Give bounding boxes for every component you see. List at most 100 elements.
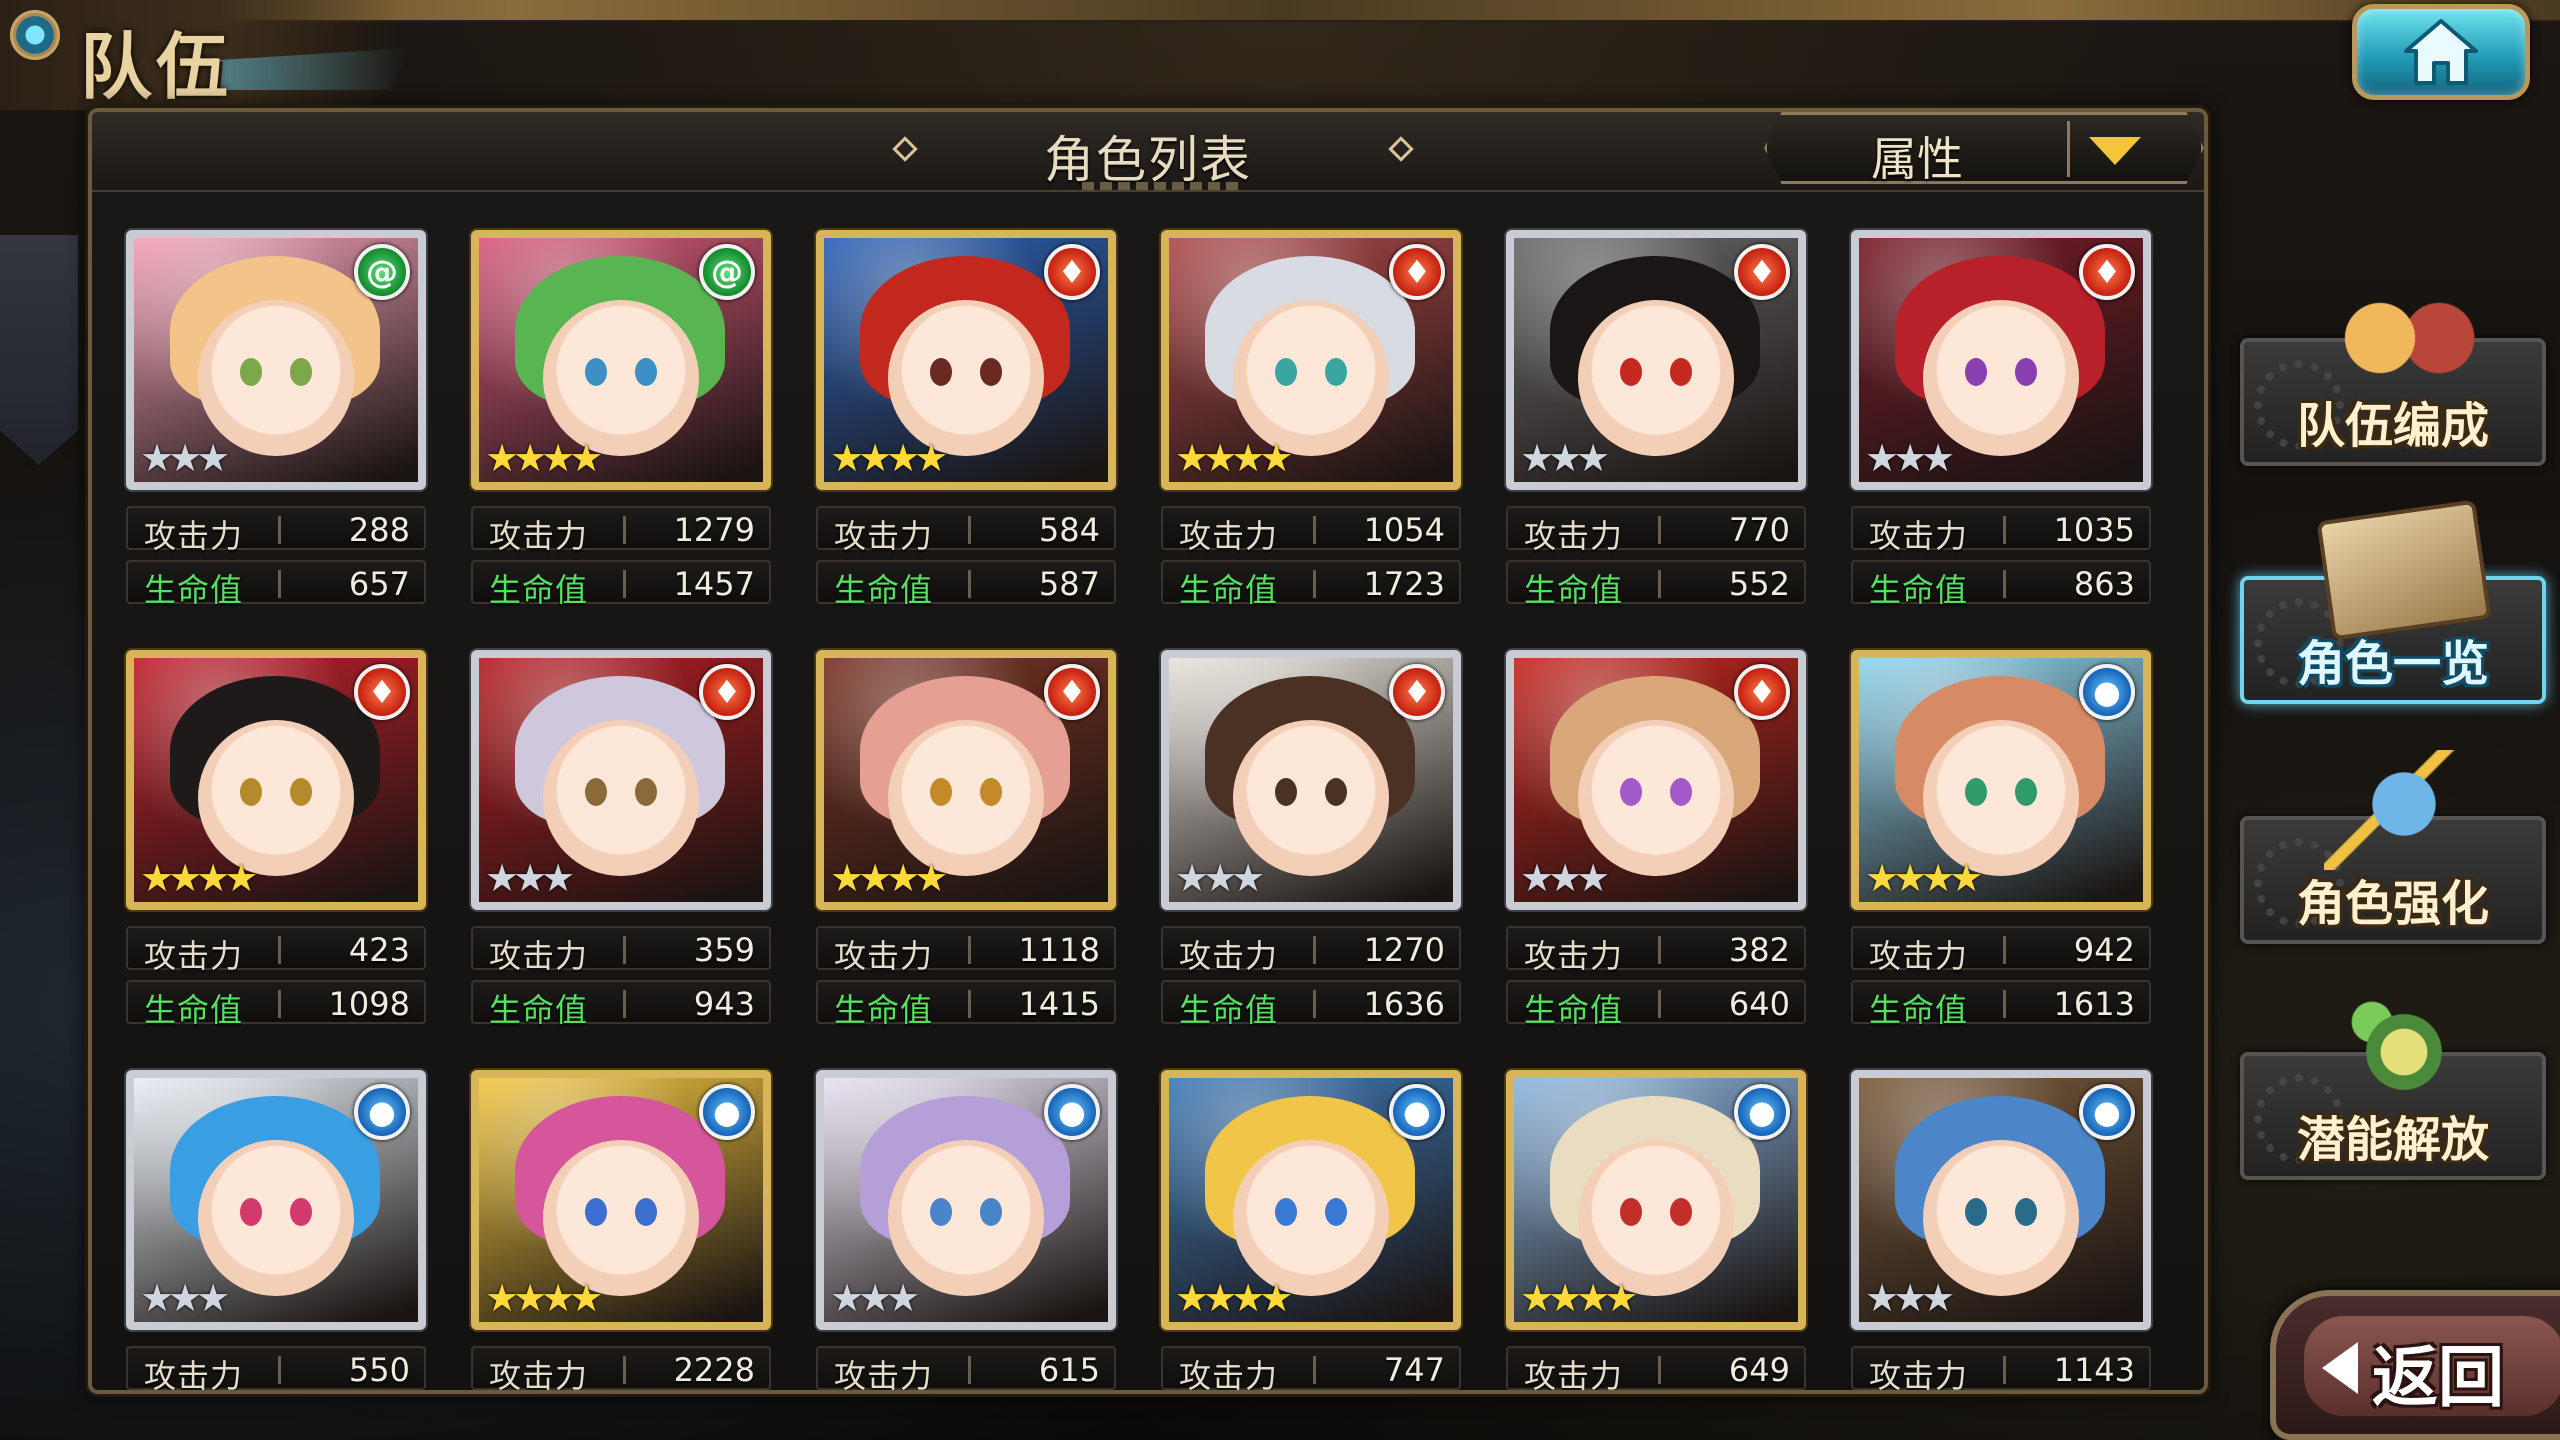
attack-value: 1279 bbox=[673, 511, 755, 549]
page-title: 队伍 bbox=[80, 25, 233, 109]
character-card[interactable]: ● ★★★★ 攻击力 2228 生命值 bbox=[471, 1070, 771, 1390]
attack-label: 攻击力 bbox=[1524, 517, 1624, 555]
character-portrait[interactable]: ♦ ★★★★ bbox=[816, 650, 1116, 910]
stat-divider bbox=[2003, 570, 2006, 598]
portrait-face bbox=[1233, 720, 1389, 876]
attack-stat: 攻击力 1279 bbox=[471, 506, 771, 555]
hp-value: 657 bbox=[348, 565, 410, 603]
attack-label: 攻击力 bbox=[1179, 517, 1279, 555]
home-icon bbox=[2404, 19, 2478, 85]
sort-label: 属性 bbox=[1871, 132, 1963, 186]
title-swoosh bbox=[210, 48, 410, 90]
character-portrait[interactable]: ● ★★★ bbox=[126, 1070, 426, 1330]
character-card[interactable]: ♦ ★★★ 攻击力 1035 生命值 863 bbox=[1851, 230, 2151, 630]
left-banner-decoration bbox=[0, 235, 78, 465]
character-portrait[interactable]: @ ★★★★ bbox=[471, 230, 771, 490]
hp-label: 生命值 bbox=[489, 991, 589, 1029]
character-portrait[interactable]: ● ★★★★ bbox=[1161, 1070, 1461, 1330]
character-card[interactable]: ● ★★★★ 攻击力 942 生命值 1613 bbox=[1851, 650, 2151, 1050]
portrait-eye bbox=[930, 778, 952, 806]
character-card[interactable]: ♦ ★★★★ 攻击力 1118 生命值 1415 bbox=[816, 650, 1116, 1050]
portrait-eye bbox=[290, 358, 312, 386]
side-menu-button[interactable]: 队伍编成 bbox=[2240, 272, 2546, 466]
character-card[interactable]: ♦ ★★★ 攻击力 359 生命值 943 bbox=[471, 650, 771, 1050]
stat-divider bbox=[2003, 936, 2006, 964]
fire-icon: ♦ bbox=[1389, 244, 1445, 300]
portrait-eye bbox=[980, 1198, 1002, 1226]
fire-icon: ♦ bbox=[2079, 244, 2135, 300]
portrait-eye bbox=[240, 358, 262, 386]
stat-divider bbox=[968, 1356, 971, 1384]
character-card[interactable]: ● ★★★ 攻击力 550 生命值 bbox=[126, 1070, 426, 1394]
character-portrait[interactable]: ● ★★★★ bbox=[1851, 650, 2151, 910]
character-card[interactable]: ● ★★★★ 攻击力 649 生命值 bbox=[1506, 1070, 1806, 1390]
character-card[interactable]: ♦ ★★★★ 攻击力 1054 生命值 1723 bbox=[1161, 230, 1461, 630]
attack-stat: 攻击力 1270 bbox=[1161, 926, 1461, 975]
portrait-face bbox=[888, 720, 1044, 876]
portrait-face bbox=[198, 300, 354, 456]
portrait-eye bbox=[635, 778, 657, 806]
hp-value: 587 bbox=[1038, 565, 1100, 603]
portrait-eye bbox=[1325, 1198, 1347, 1226]
attack-value: 550 bbox=[348, 1351, 410, 1389]
portrait-eye bbox=[2015, 358, 2037, 386]
rarity-stars: ★★★ bbox=[830, 1276, 920, 1320]
character-portrait[interactable]: ♦ ★★★ bbox=[1161, 650, 1461, 910]
rarity-stars: ★★★★ bbox=[830, 436, 948, 480]
side-menu-button[interactable]: 角色一览 bbox=[2240, 499, 2546, 704]
character-portrait[interactable]: ♦ ★★★★ bbox=[1161, 230, 1461, 490]
stat-divider bbox=[1658, 570, 1661, 598]
character-portrait[interactable]: ♦ ★★★ bbox=[1506, 230, 1806, 490]
character-portrait[interactable]: ♦ ★★★★ bbox=[126, 650, 426, 910]
portrait-eye bbox=[240, 1198, 262, 1226]
stat-divider bbox=[623, 516, 626, 544]
character-portrait[interactable]: @ ★★★ bbox=[126, 230, 426, 490]
hp-stat: 生命值 863 bbox=[1851, 560, 2151, 609]
portrait-eye bbox=[1965, 778, 1987, 806]
character-card[interactable]: ♦ ★★★★ 攻击力 423 生命值 1098 bbox=[126, 650, 426, 1050]
character-portrait[interactable]: ♦ ★★★ bbox=[1851, 230, 2151, 490]
character-card[interactable]: ♦ ★★★★ 攻击力 584 生命值 587 bbox=[816, 230, 1116, 630]
character-portrait[interactable]: ♦ ★★★★ bbox=[816, 230, 1116, 490]
side-menu-button[interactable]: 角色强化 bbox=[2240, 750, 2546, 944]
character-portrait[interactable]: ● ★★★ bbox=[816, 1070, 1116, 1330]
character-portrait[interactable]: ♦ ★★★ bbox=[1506, 650, 1806, 910]
home-button[interactable] bbox=[2352, 4, 2530, 100]
character-card[interactable]: ♦ ★★★ 攻击力 770 生命值 552 bbox=[1506, 230, 1806, 630]
character-portrait[interactable]: ● ★★★★ bbox=[471, 1070, 771, 1330]
portrait-eye bbox=[930, 1198, 952, 1226]
attack-value: 1035 bbox=[2053, 511, 2135, 549]
character-portrait[interactable]: ● ★★★★ bbox=[1506, 1070, 1806, 1330]
hp-value: 863 bbox=[2073, 565, 2135, 603]
panel-header: 角色列表 属性 bbox=[92, 112, 2204, 192]
character-card[interactable]: ♦ ★★★ 攻击力 1270 生命值 1636 bbox=[1161, 650, 1461, 1050]
attack-label: 攻击力 bbox=[144, 937, 244, 975]
attack-stat: 攻击力 359 bbox=[471, 926, 771, 975]
stat-divider bbox=[278, 570, 281, 598]
hp-value: 552 bbox=[1728, 565, 1790, 603]
attack-stat: 攻击力 615 bbox=[816, 1346, 1116, 1390]
character-portrait[interactable]: ● ★★★ bbox=[1851, 1070, 2151, 1330]
portrait-face bbox=[543, 300, 699, 456]
stat-divider bbox=[1658, 516, 1661, 544]
hp-label: 生命值 bbox=[144, 571, 244, 609]
character-card[interactable]: ● ★★★ 攻击力 1143 生命值 bbox=[1851, 1070, 2151, 1390]
character-card[interactable]: @ ★★★ 攻击力 288 生命值 657 bbox=[126, 230, 426, 630]
attack-label: 攻击力 bbox=[1869, 517, 1969, 555]
character-card[interactable]: @ ★★★★ 攻击力 1279 生命值 1457 bbox=[471, 230, 771, 630]
back-button[interactable]: 返回 bbox=[2270, 1290, 2560, 1440]
hp-stat: 生命值 552 bbox=[1506, 560, 1806, 609]
character-card[interactable]: ♦ ★★★ 攻击力 382 生命值 640 bbox=[1506, 650, 1806, 1050]
attribute-sort-dropdown[interactable]: 属性 bbox=[1764, 112, 2204, 184]
attack-label: 攻击力 bbox=[144, 1357, 244, 1394]
book-icon bbox=[2316, 499, 2492, 641]
water-icon: ● bbox=[699, 1084, 755, 1140]
hp-stat: 生命值 1415 bbox=[816, 980, 1116, 1029]
side-menu-label: 角色强化 bbox=[2296, 876, 2489, 932]
character-card[interactable]: ● ★★★ 攻击力 615 生命值 bbox=[816, 1070, 1116, 1390]
attack-value: 649 bbox=[1728, 1351, 1790, 1389]
character-card[interactable]: ● ★★★★ 攻击力 747 生命值 bbox=[1161, 1070, 1461, 1390]
side-menu-button[interactable]: 潜能解放 bbox=[2240, 986, 2546, 1180]
character-portrait[interactable]: ♦ ★★★ bbox=[471, 650, 771, 910]
hp-value: 1613 bbox=[2053, 985, 2135, 1023]
